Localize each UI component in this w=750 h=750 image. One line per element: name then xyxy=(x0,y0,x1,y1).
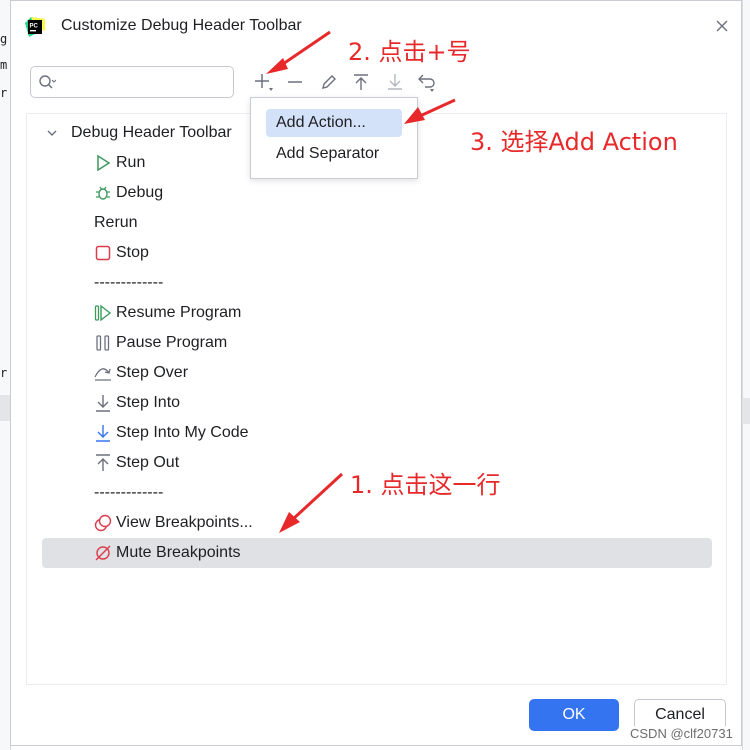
move-down-button[interactable] xyxy=(384,71,406,93)
menu-item-add-separator[interactable]: Add Separator xyxy=(266,140,379,168)
separator-label: ------------- xyxy=(94,274,164,291)
annotation-step3: 3. 选择Add Action xyxy=(470,128,678,156)
tree-root-label: Debug Header Toolbar xyxy=(71,124,232,141)
bug-icon xyxy=(96,186,110,200)
edit-button[interactable] xyxy=(318,71,340,93)
tree-item-label: Pause Program xyxy=(116,334,228,351)
tree-item-separator[interactable]: ------------- xyxy=(94,479,163,507)
annotation-step2: 2. 点击+号 xyxy=(348,38,471,66)
arrow-up-icon xyxy=(354,74,368,90)
background-band xyxy=(742,398,750,424)
pause-icon xyxy=(96,335,110,351)
tree-item-mute-breakpoints[interactable]: Mute Breakpoints xyxy=(42,538,712,568)
customize-toolbar-dialog: PC Customize Debug Header Toolbar Debug … xyxy=(10,0,742,746)
background-text: r xyxy=(0,86,8,100)
logo-text: PC xyxy=(30,24,39,30)
tree-item-step-out[interactable]: Step Out xyxy=(94,449,179,477)
tree-item-pause-program[interactable]: Pause Program xyxy=(94,329,227,357)
tree-item-label: Resume Program xyxy=(116,304,242,321)
resume-icon xyxy=(94,304,112,322)
mute-breakpoints-icon xyxy=(95,545,111,561)
arrow-down-icon xyxy=(388,74,402,90)
tree-item-label: Step Into My Code xyxy=(116,424,249,441)
separator-label: ------------- xyxy=(94,484,164,501)
view-breakpoints-icon xyxy=(94,514,112,532)
background-text: m xyxy=(0,58,8,72)
tree-item-step-into-my-code[interactable]: Step Into My Code xyxy=(94,419,249,447)
search-icon xyxy=(39,75,56,89)
step-into-my-code-icon xyxy=(96,425,110,442)
tree-item-separator[interactable]: ------------- xyxy=(94,269,163,297)
background-band xyxy=(0,395,10,421)
tree-item-run[interactable]: Run xyxy=(94,149,145,177)
run-icon xyxy=(97,154,111,172)
move-up-button[interactable] xyxy=(350,71,372,93)
tree-item-step-into[interactable]: Step Into xyxy=(94,389,180,417)
pencil-icon xyxy=(322,75,336,89)
tree-item-label: Step Out xyxy=(116,454,180,471)
background-text: g xyxy=(0,32,8,46)
step-over-icon xyxy=(94,368,111,381)
tree-item-label: Stop xyxy=(116,244,149,261)
undo-icon xyxy=(418,74,435,92)
action-tree: Debug Header Toolbar Run Debug Rerun Sto… xyxy=(26,113,727,685)
minus-icon xyxy=(288,81,302,83)
ok-button[interactable]: OK xyxy=(529,699,619,731)
tree-item-debug[interactable]: Debug xyxy=(94,179,163,207)
tree-root[interactable]: Debug Header Toolbar xyxy=(45,119,232,147)
pycharm-logo-icon: PC xyxy=(25,17,45,37)
step-out-icon xyxy=(96,454,110,471)
search-input[interactable] xyxy=(61,71,231,95)
tree-item-view-breakpoints[interactable]: View Breakpoints... xyxy=(94,509,253,537)
search-field[interactable] xyxy=(30,66,234,98)
background-window-right xyxy=(742,0,750,750)
tree-item-label: Rerun xyxy=(94,214,138,231)
stop-icon xyxy=(95,245,111,261)
tree-item-stop[interactable]: Stop xyxy=(94,239,149,267)
close-icon[interactable] xyxy=(711,15,733,37)
chevron-down-icon[interactable] xyxy=(45,126,59,140)
tree-item-label: Run xyxy=(116,154,146,171)
step-into-icon xyxy=(96,395,110,412)
tree-item-label: View Breakpoints... xyxy=(116,514,253,531)
add-button[interactable] xyxy=(252,71,274,93)
watermark: CSDN @clf20731 xyxy=(630,726,733,741)
menu-item-add-action[interactable]: Add Action... xyxy=(266,109,402,137)
annotation-step1: 1. 点击这一行 xyxy=(350,471,501,499)
remove-button[interactable] xyxy=(284,71,306,93)
dialog-title: Customize Debug Header Toolbar xyxy=(61,17,302,34)
tree-item-step-over[interactable]: Step Over xyxy=(94,359,188,387)
tree-item-label: Step Over xyxy=(116,364,189,381)
tree-item-resume-program[interactable]: Resume Program xyxy=(94,299,241,327)
background-text: r xyxy=(0,366,8,380)
tree-item-label: Debug xyxy=(116,184,164,201)
tree-item-label: Mute Breakpoints xyxy=(116,544,241,561)
add-popup-menu: Add Action... Add Separator xyxy=(250,97,418,179)
restore-button[interactable] xyxy=(416,71,438,93)
tree-item-label: Step Into xyxy=(116,394,181,411)
plus-icon xyxy=(255,74,273,91)
tree-item-rerun[interactable]: Rerun xyxy=(94,209,138,237)
